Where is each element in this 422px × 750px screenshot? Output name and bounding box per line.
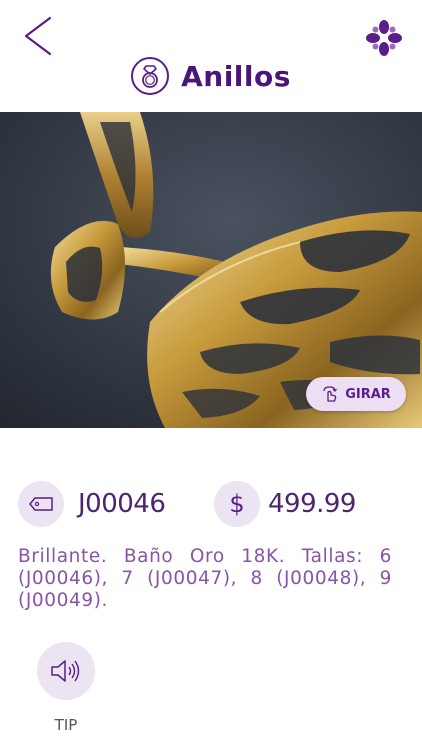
tip-label: TIP bbox=[54, 716, 78, 734]
header: Anillos bbox=[0, 0, 422, 112]
rotate-button-label: GIRAR bbox=[345, 386, 391, 402]
product-code-value: J00046 bbox=[78, 489, 166, 519]
tag-icon bbox=[18, 481, 64, 527]
rotate-button[interactable]: GIRAR bbox=[306, 377, 406, 411]
product-price: $ 499.99 bbox=[214, 480, 356, 528]
rotate-hand-icon bbox=[323, 386, 338, 402]
tip-button[interactable] bbox=[37, 642, 95, 700]
currency-symbol: $ bbox=[229, 490, 245, 518]
price-value: 499.99 bbox=[268, 489, 356, 519]
ring-icon bbox=[131, 57, 170, 95]
speaker-icon bbox=[51, 660, 80, 682]
product-code: J00046 bbox=[18, 480, 166, 528]
title-area: Anillos bbox=[0, 52, 422, 100]
page-title: Anillos bbox=[181, 59, 291, 93]
product-description: Brillante. Baño Oro 18K. Tallas: 6 (J000… bbox=[18, 546, 392, 611]
dollar-icon: $ bbox=[214, 481, 260, 527]
